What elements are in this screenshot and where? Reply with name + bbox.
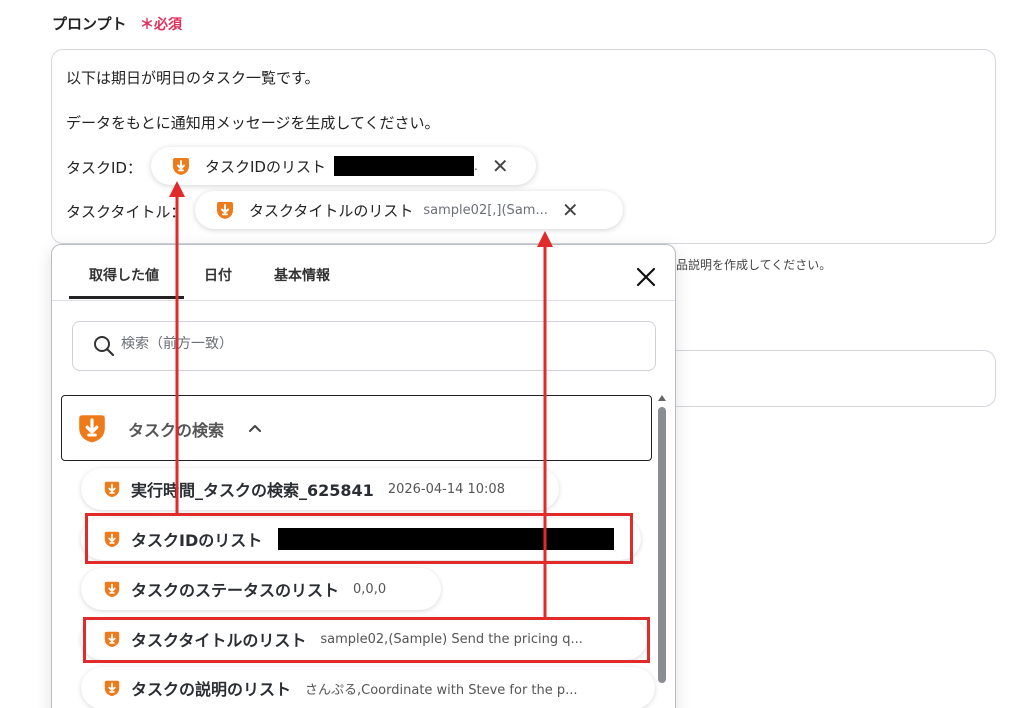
active-tab-indicator	[69, 296, 184, 299]
yoom-output-icon	[173, 158, 189, 175]
yoom-output-icon	[104, 581, 120, 598]
item-value: sample02,(Sample) Send the pricing q...	[320, 631, 583, 647]
group-label: タスクの検索	[128, 421, 225, 440]
list-item-task-id-list[interactable]: タスクIDのリスト	[81, 518, 641, 560]
list-item-execution-time[interactable]: 実行時間_タスクの検索_625841 2026-04-14 10:08	[81, 468, 559, 510]
redacted-value	[333, 156, 474, 176]
chip-label: タスクタイトルのリスト	[249, 201, 414, 220]
background-input-field[interactable]	[674, 350, 996, 407]
variable-picker-panel: 取得した値 日付 基本情報 タスクの検索 実行時間_タスクの検索_625841 …	[51, 244, 676, 708]
scroll-up-arrow-icon[interactable]	[658, 395, 666, 401]
chip-close-icon[interactable]: ✕	[492, 154, 509, 178]
tab-date[interactable]: 日付	[204, 265, 232, 285]
item-label: タスクIDのリスト	[131, 531, 263, 550]
yoom-output-icon	[217, 202, 233, 219]
item-value: 0,0,0	[353, 581, 387, 597]
field-label: プロンプト	[52, 15, 127, 33]
chip-close-icon[interactable]: ✕	[562, 198, 579, 222]
search-icon	[94, 336, 115, 357]
tab-basic-info[interactable]: 基本情報	[274, 265, 330, 285]
group-header-task-search[interactable]: タスクの検索	[61, 395, 652, 461]
close-icon[interactable]	[634, 265, 658, 289]
search-input[interactable]	[121, 336, 621, 352]
yoom-output-icon	[104, 481, 120, 498]
item-value: さんぷる,Coordinate with Steve for the p...	[305, 682, 578, 698]
variable-chip-task-id[interactable]: タスクIDのリスト . ✕	[151, 147, 536, 185]
list-item-task-description-list[interactable]: タスクの説明のリスト さんぷる,Coordinate with Steve fo…	[81, 667, 655, 708]
prompt-line-2: データをもとに通知用メッセージを生成してください。	[66, 114, 440, 132]
item-label: タスクのステータスのリスト	[131, 581, 340, 600]
chip-value-suffix: .	[473, 159, 478, 173]
item-label: タスクタイトルのリスト	[131, 631, 307, 650]
tab-acquired-values[interactable]: 取得した値	[89, 265, 159, 285]
chevron-up-icon[interactable]	[247, 420, 263, 436]
required-mark: ＊必須	[140, 17, 182, 33]
prompt-line-1: 以下は期日が明日のタスク一覧です。	[66, 69, 320, 87]
list-item-task-status-list[interactable]: タスクのステータスのリスト 0,0,0	[81, 568, 441, 610]
hint-text: 品説明を作成してください。	[676, 258, 832, 272]
chip-value: sample02[,](Sam...	[423, 202, 548, 218]
chip-label: タスクIDのリスト	[205, 157, 326, 176]
list-item-task-title-list[interactable]: タスクタイトルのリスト sample02,(Sample) Send the p…	[81, 618, 647, 660]
item-label: 実行時間_タスクの検索_625841	[131, 481, 374, 500]
yoom-output-icon	[104, 631, 120, 648]
scrollbar[interactable]	[656, 395, 668, 695]
tabs-divider	[52, 300, 675, 301]
yoom-output-icon	[104, 531, 120, 548]
prompt-line-3-label: タスクID：	[66, 159, 142, 177]
yoom-output-icon	[79, 415, 105, 443]
variable-chip-task-title[interactable]: タスクタイトルのリスト sample02[,](Sam... ✕	[195, 191, 623, 229]
item-value: 2026-04-14 10:08	[387, 481, 505, 497]
scroll-thumb[interactable]	[658, 407, 666, 683]
redacted-value	[278, 528, 615, 550]
yoom-output-icon	[104, 680, 120, 697]
prompt-line-4-label: タスクタイトル：	[66, 203, 186, 221]
item-label: タスクの説明のリスト	[131, 680, 292, 699]
search-box[interactable]	[72, 321, 656, 371]
